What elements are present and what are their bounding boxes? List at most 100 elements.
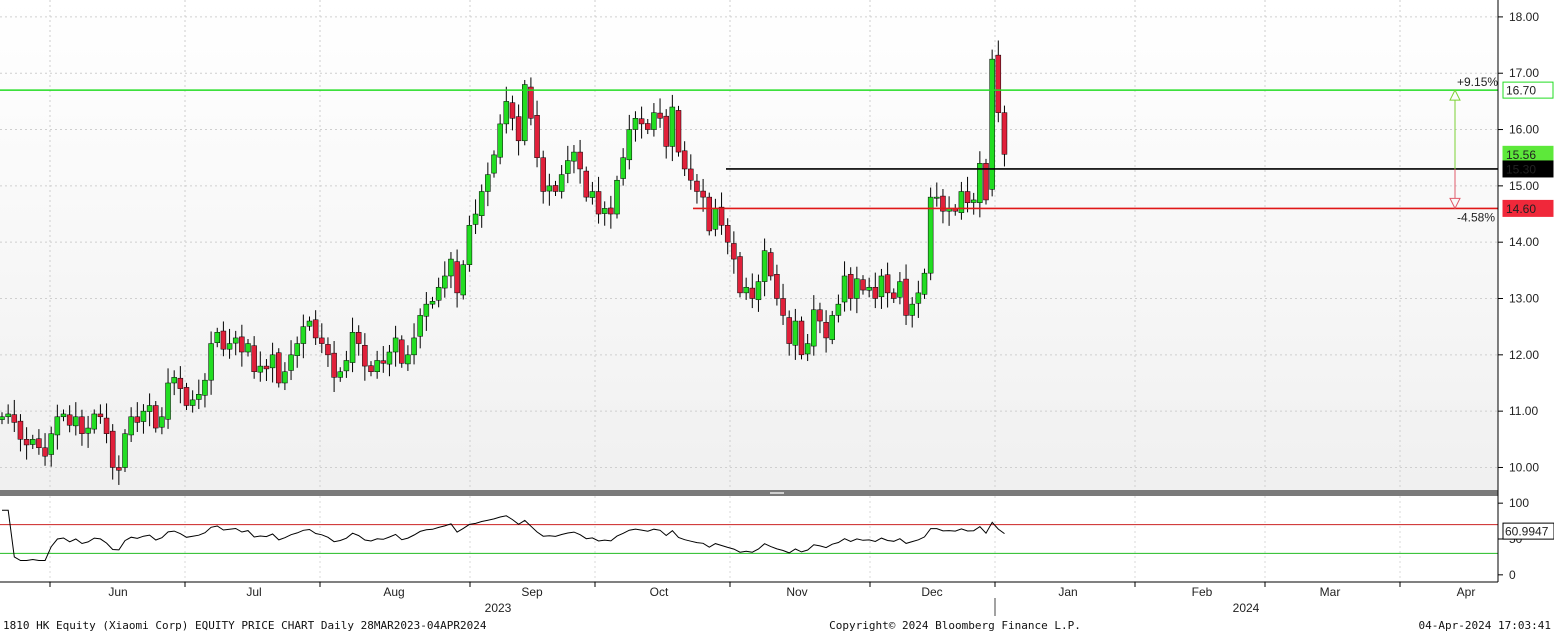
candle-body <box>712 208 719 230</box>
candle-body <box>737 256 743 294</box>
candle-body <box>374 360 380 372</box>
candle-body <box>645 123 651 130</box>
candle-body <box>626 129 633 161</box>
candle-body <box>700 190 706 198</box>
month-label: Aug <box>383 585 404 599</box>
candle-body <box>448 258 454 277</box>
candle-body <box>423 303 430 317</box>
candle-body <box>755 281 762 301</box>
last-price-label-text: 15.56 <box>1506 148 1536 162</box>
panel-drag-handle-icon[interactable] <box>770 492 784 494</box>
candle-body <box>79 416 85 434</box>
candle-body <box>577 151 583 170</box>
candle-body <box>601 208 608 214</box>
price-tick-label: 12.00 <box>1509 348 1539 362</box>
candle-body <box>854 278 860 299</box>
candle-body <box>23 439 30 446</box>
month-label: Apr <box>1457 585 1476 599</box>
candle-body <box>146 405 153 412</box>
candle-body <box>909 303 915 316</box>
candle-body <box>429 301 436 305</box>
candle-body <box>91 413 97 430</box>
candle-body <box>565 160 571 174</box>
month-label: Dec <box>921 585 942 599</box>
candle-body <box>897 281 903 298</box>
candle-body <box>319 337 325 344</box>
candle-body <box>405 354 411 365</box>
candle-body <box>103 417 110 434</box>
candle-body <box>134 416 141 423</box>
price-tick-label: 10.00 <box>1509 460 1539 474</box>
candle-body <box>694 180 700 192</box>
candle-body <box>294 343 300 356</box>
candle-body <box>872 286 879 299</box>
candle-body <box>528 86 534 119</box>
month-label: Mar <box>1320 585 1341 599</box>
candle-body <box>958 191 965 213</box>
candle-body <box>472 213 479 225</box>
price-tick-label: 11.00 <box>1509 404 1538 418</box>
month-label: Sep <box>521 585 543 599</box>
candle-body <box>1001 112 1008 155</box>
candle-body <box>669 106 676 147</box>
candle-body <box>232 337 239 344</box>
candle-body <box>534 115 540 158</box>
candle-body <box>552 185 559 192</box>
candle-body <box>140 410 147 422</box>
candle-body <box>245 343 251 353</box>
candle-body <box>921 272 928 295</box>
candle-body <box>276 352 282 384</box>
candle-body <box>36 438 42 449</box>
candle-body <box>392 337 399 353</box>
candle-body <box>964 191 971 204</box>
candle-body <box>835 303 842 316</box>
candle-body <box>73 416 79 427</box>
candle-body <box>786 317 792 344</box>
candle-body <box>282 371 288 384</box>
candle-body <box>798 320 805 356</box>
candle-body <box>337 371 343 378</box>
candle-body <box>841 275 848 303</box>
month-label: Nov <box>786 585 807 599</box>
candle-body <box>522 84 528 142</box>
candle-body <box>804 343 811 355</box>
candle-body <box>878 275 885 298</box>
candle-body <box>171 377 177 384</box>
candle-body <box>325 344 331 356</box>
candle-body <box>657 112 663 119</box>
candle-body <box>386 351 393 365</box>
candle-body <box>214 332 220 343</box>
candle-body <box>614 179 620 215</box>
candle-body <box>608 207 614 215</box>
candle-body <box>11 414 18 423</box>
footer-security-text: 1810 HK Equity (Xiaomi Corp) EQUITY PRIC… <box>3 619 487 632</box>
candle-body <box>411 337 417 356</box>
candle-body <box>485 174 491 192</box>
panel-separator[interactable] <box>0 490 1498 496</box>
candle-body <box>85 427 91 434</box>
candle-body <box>116 467 122 471</box>
price-tick-label: 16.00 <box>1509 123 1539 137</box>
year-label: 2023 <box>485 601 512 615</box>
candle-body <box>466 225 473 265</box>
candle-body <box>558 174 565 192</box>
candle-body <box>847 274 854 299</box>
month-label: Oct <box>650 585 669 599</box>
support-label-text: 14.60 <box>1506 202 1536 216</box>
candle-body <box>491 154 497 174</box>
candle-body <box>774 274 780 299</box>
candle-body <box>731 243 737 260</box>
candle-body <box>540 157 546 192</box>
candle-body <box>54 416 61 436</box>
candle-body <box>866 286 872 291</box>
candle-body <box>515 116 522 142</box>
candle-body <box>399 339 405 364</box>
price-panel-background <box>0 0 1498 490</box>
month-label: Jul <box>246 585 261 599</box>
candle-body <box>571 151 577 162</box>
candle-body <box>503 101 510 125</box>
candle-body <box>239 336 245 353</box>
candle-body <box>343 360 350 372</box>
candle-body <box>706 196 712 232</box>
candle-body <box>220 330 227 350</box>
